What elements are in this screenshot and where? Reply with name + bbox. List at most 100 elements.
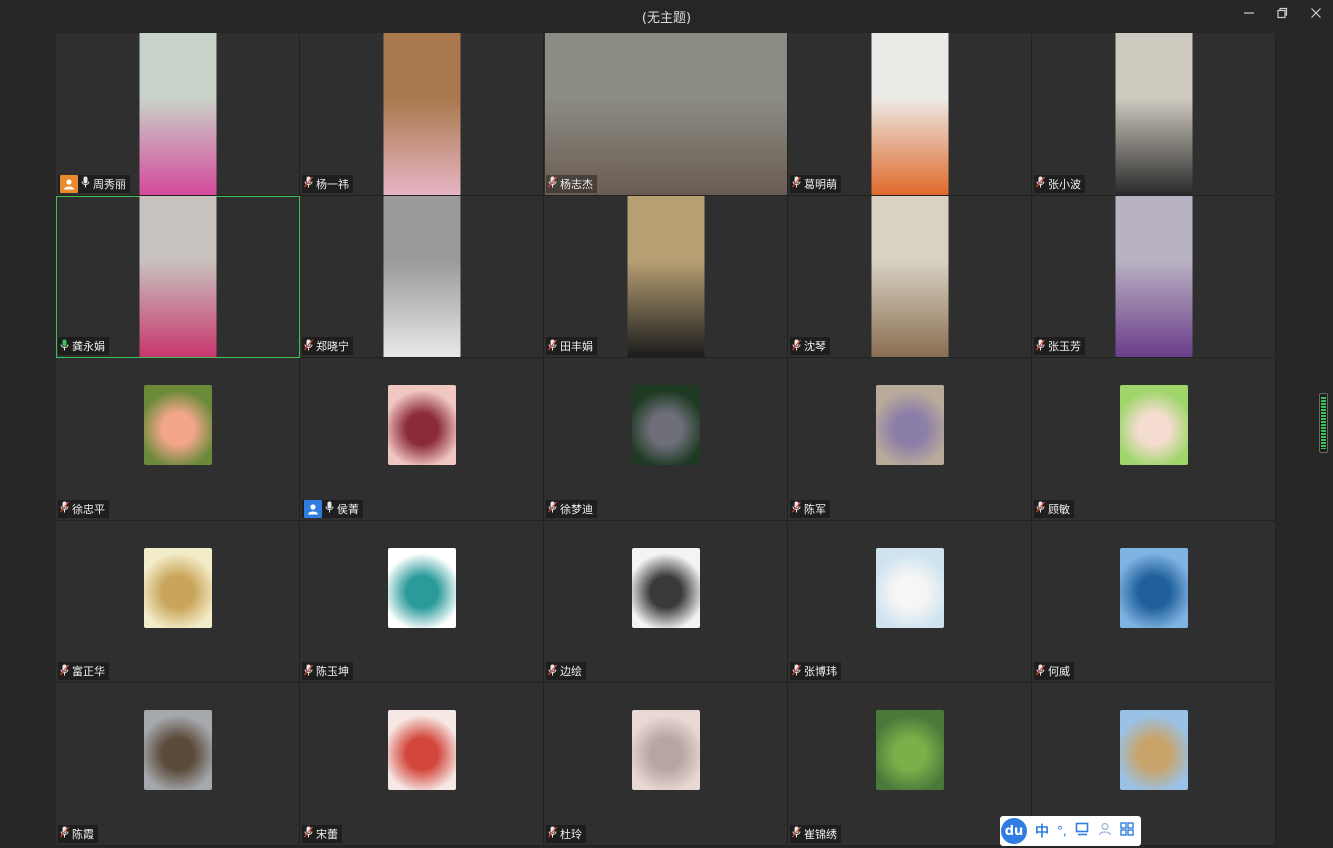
participant-namebar: 崔锦绣	[790, 824, 841, 843]
participant-name: 崔锦绣	[804, 827, 837, 841]
participant-namebar: 杨一祎	[302, 174, 353, 193]
participant-tile[interactable]: 陈军	[788, 358, 1032, 521]
user-icon[interactable]	[1098, 822, 1112, 840]
window-title: (无主题)	[641, 11, 692, 26]
participant-name: 陈军	[804, 502, 826, 516]
ime-logo[interactable]: du	[1001, 818, 1027, 844]
participant-tile[interactable]: 葛明萌	[788, 33, 1032, 196]
participant-tile[interactable]: 沈琴	[788, 195, 1032, 358]
mic-active-icon	[60, 339, 69, 354]
mic-muted-icon	[304, 826, 313, 841]
participant-tile[interactable]: 顾敏	[1032, 358, 1276, 521]
participant-avatar	[875, 547, 944, 628]
participant-namebar: 张博玮	[790, 662, 841, 680]
mic-muted-icon	[548, 826, 557, 841]
participant-name: 龚永娟	[72, 340, 105, 353]
mic-muted-icon	[792, 339, 801, 354]
participant-tile[interactable]: 杨志杰	[544, 33, 788, 196]
participant-namebar: 徐梦迪	[546, 499, 597, 518]
participant-namebar: 陈霞	[58, 824, 98, 843]
scrollbar-thumb[interactable]	[1321, 397, 1326, 449]
participant-name: 徐梦迪	[560, 502, 593, 516]
participant-tile[interactable]: 张小波	[1032, 33, 1276, 196]
mic-muted-icon	[304, 339, 313, 354]
mic-muted-icon	[548, 339, 557, 354]
participant-name: 宋蕾	[316, 827, 338, 841]
participant-avatar	[1119, 710, 1188, 790]
mic-muted-icon	[1036, 501, 1045, 516]
participant-video	[544, 33, 787, 195]
participant-tile[interactable]: 陈霞	[56, 683, 300, 846]
participant-tile[interactable]: 徐忠平	[56, 358, 300, 521]
participant-tile[interactable]: 郑晓宁	[300, 195, 544, 358]
ime-punctuation-toggle[interactable]: °,	[1057, 824, 1067, 838]
participant-namebar: 陈军	[790, 499, 830, 518]
participant-avatar	[631, 385, 700, 465]
scrollbar[interactable]	[1319, 393, 1328, 453]
participant-namebar: 张小波	[1034, 174, 1085, 193]
participant-video	[871, 195, 948, 357]
participant-tile[interactable]: 宋蕾	[300, 683, 544, 846]
participant-name: 何威	[1048, 665, 1070, 678]
participant-namebar: 葛明萌	[790, 174, 841, 193]
mic-muted-icon	[548, 176, 557, 191]
mic-icon	[81, 176, 90, 191]
participant-tile[interactable]: 龚永娟	[56, 195, 300, 358]
mic-muted-icon	[792, 501, 801, 516]
host-icon	[60, 174, 78, 193]
mic-muted-icon	[60, 826, 69, 841]
participant-tile[interactable]: 陈玉坤	[300, 520, 544, 683]
participant-name: 葛明萌	[804, 177, 837, 191]
ime-mode-toggle[interactable]: 中	[1035, 821, 1049, 841]
participant-tile[interactable]: 张博玮	[788, 520, 1032, 683]
participant-avatar	[387, 710, 456, 790]
participant-name: 杜玲	[560, 827, 582, 841]
participant-tile[interactable]: 杨一祎	[300, 33, 544, 196]
participant-name: 富正华	[72, 665, 105, 678]
participant-video	[871, 33, 948, 195]
participant-name: 张小波	[1048, 177, 1081, 191]
participant-tile[interactable]: 边绘	[544, 520, 788, 683]
mic-icon	[325, 501, 334, 516]
participant-name: 杨一祎	[316, 177, 349, 191]
participant-avatar	[631, 710, 700, 790]
participant-tile[interactable]: 崔锦绣	[788, 683, 1032, 846]
participant-namebar: 富正华	[58, 662, 109, 680]
participant-name: 侯菁	[337, 502, 359, 516]
participant-tile[interactable]: 侯菁	[300, 358, 544, 521]
mic-muted-icon	[792, 826, 801, 841]
title-bar: (无主题)	[0, 0, 1333, 33]
participant-tile[interactable]: 田丰娟	[544, 195, 788, 358]
participant-namebar: 宋蕾	[302, 824, 342, 843]
mic-muted-icon	[548, 501, 557, 516]
mic-muted-icon	[60, 501, 69, 516]
participant-name: 顾敏	[1048, 502, 1070, 516]
participant-namebar: 沈琴	[790, 337, 830, 355]
participant-namebar: 张玉芳	[1034, 337, 1085, 355]
grid-icon[interactable]	[1120, 822, 1134, 840]
participant-namebar: 边绘	[546, 662, 586, 680]
participant-grid: 周秀丽 杨一祎 杨志杰 葛明萌 张小波龚永娟 郑晓宁 田丰娟 沈琴 张玉芳徐忠平 侯菁 徐梦迪 陈军 顾…	[56, 33, 1277, 846]
participant-namebar: 徐忠平	[58, 499, 109, 518]
participant-avatar	[143, 710, 212, 790]
mic-muted-icon	[60, 664, 69, 679]
participant-tile[interactable]: 徐梦迪	[544, 358, 788, 521]
participant-name: 郑晓宁	[316, 340, 349, 353]
participant-tile[interactable]: 何威	[1032, 520, 1276, 683]
participant-video	[139, 195, 216, 357]
ime-toolbar[interactable]: du 中 °,	[1000, 816, 1141, 846]
keyboard-icon[interactable]	[1075, 822, 1090, 840]
participant-name: 杨志杰	[560, 177, 593, 191]
minimize-icon[interactable]	[1238, 6, 1260, 26]
participant-tile[interactable]: 张玉芳	[1032, 195, 1276, 358]
participant-namebar: 龚永娟	[58, 337, 109, 355]
participant-avatar	[143, 385, 212, 465]
participant-tile[interactable]: 富正华	[56, 520, 300, 683]
participant-name: 边绘	[560, 665, 582, 678]
participant-tile[interactable]: 杜玲	[544, 683, 788, 846]
participant-namebar: 郑晓宁	[302, 337, 353, 355]
participant-video	[1115, 33, 1192, 195]
participant-tile[interactable]: 周秀丽	[56, 33, 300, 196]
close-icon[interactable]	[1305, 6, 1327, 26]
restore-icon[interactable]	[1271, 6, 1293, 26]
